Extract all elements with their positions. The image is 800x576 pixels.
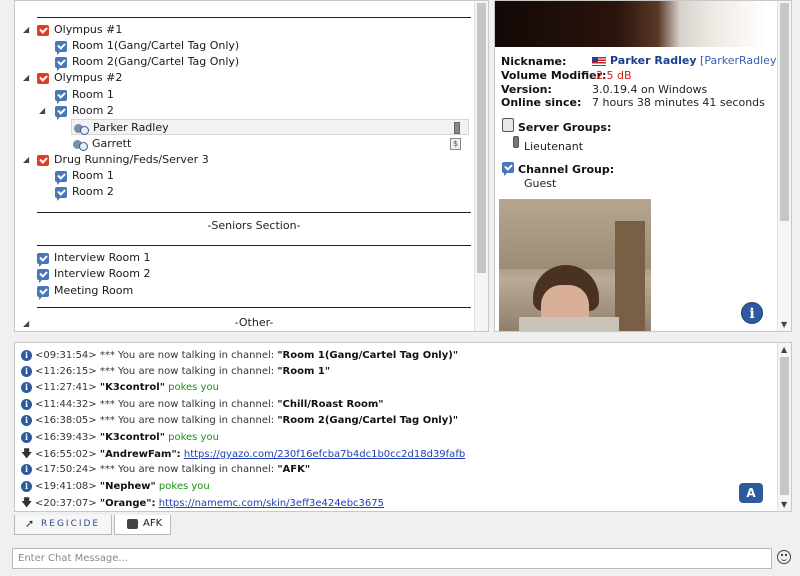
server-group-value: Lieutenant [524, 140, 584, 153]
channel-icon [55, 56, 67, 71]
collapse-arrow-icon[interactable]: ◢ [23, 152, 29, 168]
channel-item[interactable]: Interview Room 2 [37, 266, 150, 283]
chat-line: i <11:27:41> "K3control" pokes you [21, 380, 219, 396]
incoming-arrow-icon: 🡇 [21, 447, 33, 460]
nickname-value: Parker Radley [ParkerRadley] [592, 54, 781, 67]
seniors-separator: -Seniors Section- [37, 212, 471, 246]
avatar [499, 199, 651, 331]
chat-link[interactable]: https://namemc.com/skin/3eff3e424ebc3675 [159, 498, 384, 509]
collapse-arrow-icon[interactable]: ◢ [23, 70, 29, 86]
channel-group-label: Channel Group: [518, 163, 615, 176]
user-item-selected[interactable]: Parker Radley [71, 119, 469, 135]
server-icon [37, 24, 49, 36]
channel-item[interactable]: Room 1(Gang/Cartel Tag Only) [55, 38, 239, 55]
tree-scrollbar[interactable] [474, 1, 488, 331]
channel-icon [55, 89, 67, 104]
chat-line: 🡇 <20:37:07> "Orange": https://namemc.com… [21, 496, 385, 509]
collapse-arrow-icon[interactable]: ◢ [39, 103, 45, 119]
chat-format-icon[interactable]: A [739, 483, 763, 503]
scroll-down-icon[interactable]: ▼ [781, 500, 787, 509]
online-label: Online since: [501, 96, 582, 109]
nickname-label: Nickname: [501, 55, 567, 68]
channel-item[interactable]: ◢ Room 2 [39, 103, 114, 120]
info-scrollbar[interactable]: ▼ [777, 1, 791, 331]
channel-tab-icon [127, 519, 138, 529]
channel-group-icon [502, 162, 514, 176]
tab-regicide[interactable]: ➚ REGICIDE [14, 515, 112, 535]
channel-item[interactable]: Meeting Room [37, 283, 133, 300]
chat-scrollbar[interactable]: ▲ ▼ [777, 343, 791, 511]
channel-group-value: Guest [524, 177, 557, 190]
chat-line: i <17:50:24> *** You are now talking in c… [21, 462, 310, 478]
scrollbar-thumb[interactable] [477, 3, 486, 273]
server-olympus-1[interactable]: ◢ Olympus #1 [23, 22, 122, 38]
scrollbar-thumb[interactable] [780, 3, 789, 221]
info-icon: i [21, 365, 32, 377]
chat-message-input[interactable] [18, 553, 771, 564]
user-icon [74, 123, 89, 135]
group-badge-icon: $ [450, 138, 461, 150]
scrollbar-thumb[interactable] [780, 357, 789, 495]
scroll-down-icon[interactable]: ▼ [781, 320, 787, 329]
server-groups-icon [502, 118, 514, 132]
lieutenant-badge-icon [513, 136, 519, 148]
channel-icon [37, 285, 49, 300]
server-olympus-2[interactable]: ◢ Olympus #2 [23, 70, 122, 86]
info-icon: i [21, 463, 32, 475]
chat-line: i <16:39:43> "K3control" pokes you [21, 430, 219, 446]
channel-tree[interactable]: ◢ Olympus #1 Room 1(Gang/Cartel Tag Only… [14, 0, 489, 332]
channel-item[interactable]: Room 2(Gang/Cartel Tag Only) [55, 54, 239, 71]
banner-image [495, 1, 767, 47]
chat-line: i <11:44:32> *** You are now talking in c… [21, 397, 384, 413]
us-flag-icon [592, 56, 606, 66]
server-groups-label: Server Groups: [518, 121, 612, 134]
chat-link[interactable]: https://gyazo.com/230f16efcba7b4dc1b0cc2… [184, 449, 465, 460]
channel-icon [37, 252, 49, 267]
info-icon: i [21, 414, 32, 426]
group-badge-icon [454, 122, 460, 134]
chat-input-box[interactable] [12, 548, 772, 569]
user-item[interactable]: Garrett $ [71, 136, 469, 152]
info-icon: i [21, 398, 32, 410]
server-icon [37, 72, 49, 84]
collapse-arrow-icon[interactable]: ◢ [23, 319, 29, 328]
chat-line: i <19:41:08> "Nephew" pokes you [21, 479, 210, 495]
scroll-up-icon[interactable]: ▲ [781, 345, 787, 354]
server-icon [37, 154, 49, 166]
info-icon[interactable]: i [741, 302, 763, 324]
info-icon: i [21, 349, 32, 361]
channel-icon [55, 186, 67, 201]
server-drug-running[interactable]: ◢ Drug Running/Feds/Server 3 [23, 152, 209, 168]
online-value: 7 hours 38 minutes 41 seconds [592, 96, 765, 109]
channel-item[interactable]: Interview Room 1 [37, 250, 150, 267]
server-tab-icon: ➚ [25, 517, 35, 530]
version-label: Version: [501, 83, 552, 96]
collapse-arrow-icon[interactable]: ◢ [23, 22, 29, 38]
channel-icon [55, 105, 67, 120]
volume-value: -2.5 dB [592, 69, 632, 82]
channel-icon [37, 268, 49, 283]
channel-item[interactable]: Room 2 [55, 184, 114, 201]
channel-item[interactable]: Room 1 [55, 87, 114, 104]
info-icon: i [21, 480, 32, 492]
info-icon: i [21, 431, 32, 443]
chat-log[interactable]: i <09:31:54> *** You are now talking in c… [14, 342, 792, 512]
version-value: 3.0.19.4 on Windows [592, 83, 708, 96]
chat-line: i <16:38:05> *** You are now talking in c… [21, 413, 458, 429]
emoticon-icon[interactable] [777, 550, 791, 564]
channel-icon [55, 40, 67, 55]
channel-icon [55, 170, 67, 185]
tab-afk[interactable]: AFK [114, 515, 171, 535]
chat-line: 🡇 <16:55:02> "AndrewFam": https://gyazo.c… [21, 447, 466, 460]
user-icon [73, 139, 88, 151]
info-icon: i [21, 381, 32, 393]
chat-line: i <11:26:15> *** You are now talking in c… [21, 364, 330, 380]
volume-label: Volume Modifier: [501, 69, 607, 82]
channel-item[interactable]: Room 1 [55, 168, 114, 185]
top-separator [37, 1, 471, 19]
chat-line: i <09:31:54> *** You are now talking in c… [21, 348, 458, 364]
incoming-arrow-icon: 🡇 [21, 496, 33, 509]
other-separator: -Other- [37, 307, 471, 331]
client-info-panel: Nickname: Parker Radley [ParkerRadley] V… [494, 0, 792, 332]
